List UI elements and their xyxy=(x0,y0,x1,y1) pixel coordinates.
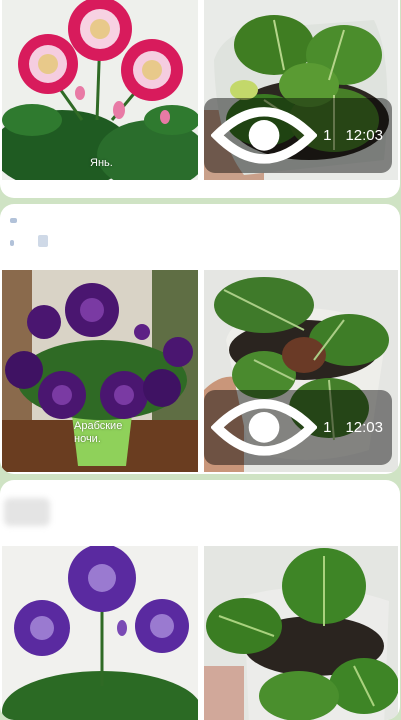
album-message[interactable] xyxy=(0,480,400,720)
photo-gloxinia-seedling[interactable] xyxy=(204,546,398,720)
eye-icon xyxy=(211,107,318,164)
album-message[interactable]: Янь. 1 12:03 xyxy=(0,0,400,198)
message-time: 12:03 xyxy=(345,127,383,145)
view-count: 1 xyxy=(323,419,332,437)
photo-purple-gloxinia[interactable]: Арабские ночи. xyxy=(2,270,198,472)
message-meta: 1 12:03 xyxy=(204,98,392,173)
photo-gloxinia-seedling[interactable]: 1 12:03 xyxy=(204,0,398,180)
photo-gloxinia-seedling[interactable]: 1 12:03 xyxy=(204,270,398,472)
blurred-text xyxy=(4,498,50,526)
photo-caption: Арабские ночи. xyxy=(74,420,123,445)
blurred-text xyxy=(10,218,48,247)
photo-violet-gloxinia[interactable] xyxy=(2,546,198,720)
eye-icon xyxy=(211,399,318,456)
message-meta: 1 12:03 xyxy=(204,390,392,465)
view-count: 1 xyxy=(323,127,332,145)
album-message[interactable]: Арабские ночи. 1 12:03 xyxy=(0,204,400,474)
photo-caption: Янь. xyxy=(90,157,113,169)
photo-pink-gloxinia[interactable]: Янь. xyxy=(2,0,198,180)
message-feed: Янь. 1 12:03 Арабские ночи. 1 12:03 xyxy=(0,0,401,720)
message-time: 12:03 xyxy=(345,419,383,437)
